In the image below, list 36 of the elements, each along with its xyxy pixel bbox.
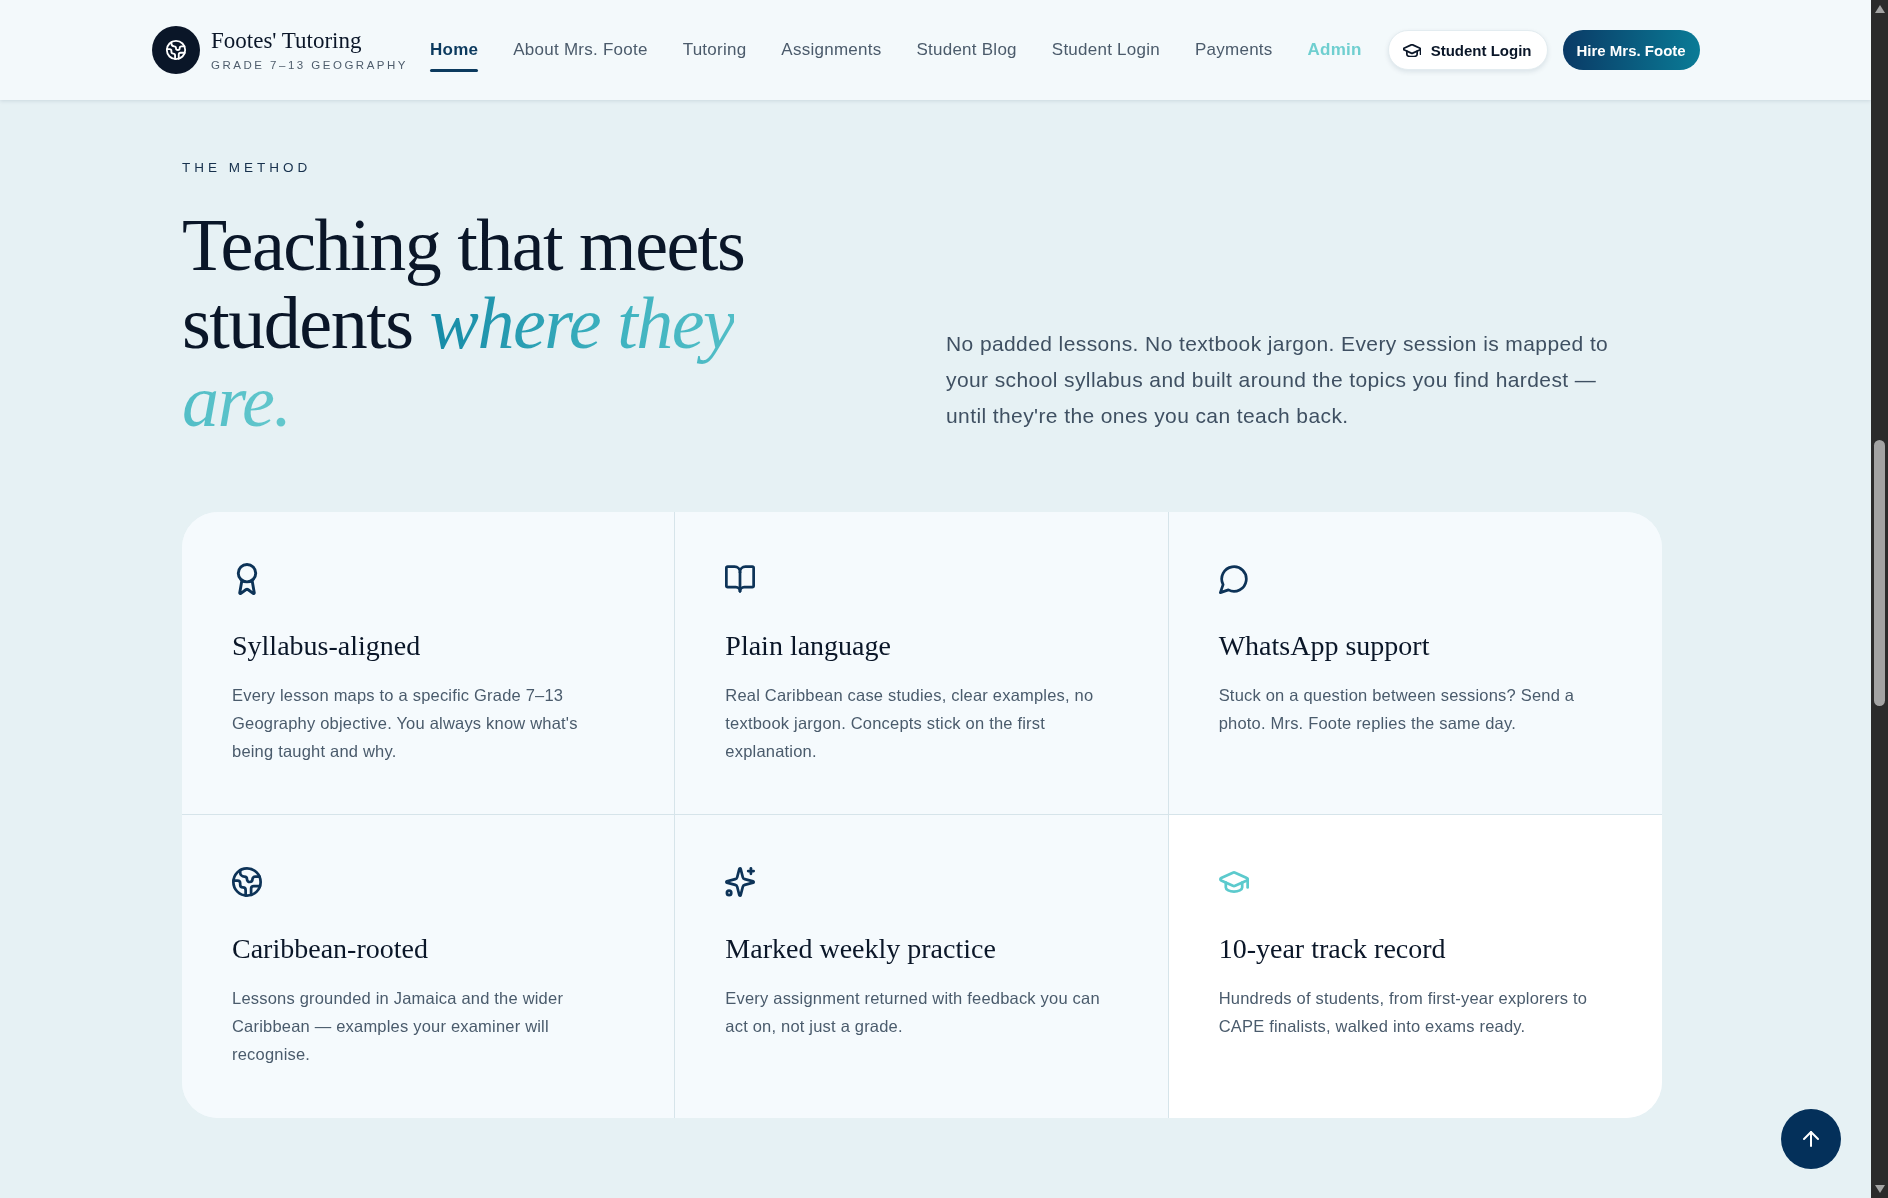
scroll-down-arrow-icon[interactable]	[1874, 1185, 1885, 1193]
feature-title: Marked weekly practice	[725, 932, 996, 966]
feature-title: WhatsApp support	[1218, 629, 1430, 663]
feature-title: Syllabus-aligned	[232, 629, 421, 663]
hire-button[interactable]: Hire Mrs. Foote	[1562, 30, 1700, 70]
login-button[interactable]: Student Login	[1387, 30, 1548, 70]
nav-link[interactable]: About Mrs. Foote	[513, 28, 648, 72]
scroll-to-top-button[interactable]	[1781, 1109, 1841, 1169]
scroll-up-arrow-icon[interactable]	[1874, 5, 1885, 13]
globe-icon	[232, 866, 262, 898]
globe-icon[interactable]	[152, 26, 200, 74]
nav-link[interactable]: Home	[430, 28, 479, 72]
scrollbar[interactable]	[1871, 0, 1888, 1198]
nav-link[interactable]: Tutoring	[682, 28, 747, 72]
book-icon	[725, 563, 756, 595]
brand-name[interactable]: Footes' Tutoring	[211, 27, 408, 55]
intro-text: No padded lessons. No textbook jargon. Every session is mapped to your school syllabus and built around the topics you find hardest — until they're the ones you can teach back.	[946, 331, 1610, 429]
nav-link[interactable]: Payments	[1194, 28, 1273, 72]
nav-link[interactable]: Student Login	[1051, 28, 1160, 72]
feature-description: Real Caribbean case studies, clear examples, no textbook jargon. Concepts stick on the first explanation.	[725, 685, 1095, 762]
scrollbar-thumb[interactable]	[1874, 440, 1885, 706]
feature-title: Caribbean-rooted	[232, 932, 428, 966]
feature-description: Hundreds of students, from first-year explorers to CAPE finalists, walked into exams ready.	[1218, 988, 1589, 1037]
nav-link[interactable]: Student Blog	[916, 28, 1017, 72]
graduation-cap-icon	[1402, 43, 1421, 57]
feature-title: 10-year track record	[1218, 932, 1446, 966]
section-eyebrow: THE METHOD	[182, 160, 312, 176]
feature-description: Lessons grounded in Jamaica and the wider Caribbean — examples your examiner will recognise.	[232, 988, 565, 1065]
nav-link[interactable]: Assignments	[781, 28, 882, 72]
feature-title: Plain language	[725, 629, 891, 663]
feature-description: Every assignment returned with feedback you can act on, not just a grade.	[725, 988, 1101, 1037]
chat-bubble-icon	[1218, 563, 1249, 595]
sparkle-icon	[725, 866, 756, 898]
feature-description: Stuck on a question between sessions? Send a photo. Mrs. Foote replies the same day.	[1218, 685, 1576, 734]
feature-description: Every lesson maps to a specific Grade 7–13 Geography objective. You always know what's being taught and why.	[232, 685, 579, 762]
brand-tagline: GRADE 7–13 GEOGRAPHY	[211, 58, 408, 73]
